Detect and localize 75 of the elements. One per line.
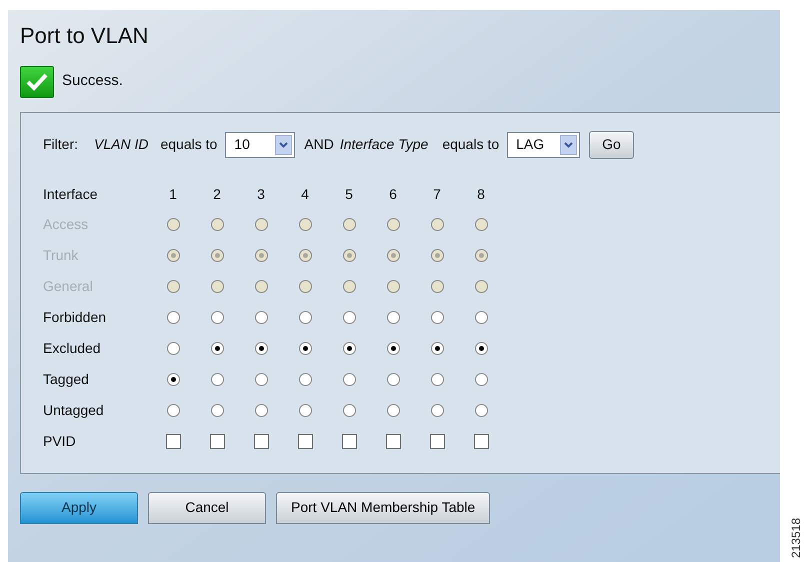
radio-button[interactable] (430, 310, 444, 324)
radio-button[interactable] (386, 342, 400, 354)
radio-button[interactable] (386, 310, 400, 324)
radio-button[interactable] (430, 342, 444, 354)
radio-button[interactable] (342, 342, 356, 354)
radio-button[interactable] (254, 404, 268, 416)
radio-button[interactable] (386, 372, 400, 386)
row-label: Tagged (43, 370, 90, 389)
radio-button[interactable] (342, 404, 356, 416)
radio-button[interactable] (430, 404, 444, 416)
row-label: Excluded (43, 338, 102, 358)
radio-button[interactable] (342, 372, 356, 386)
checkmark-icon (20, 66, 54, 98)
radio-button[interactable] (298, 372, 312, 386)
column-header: 7 (432, 185, 442, 204)
row-label: Trunk (43, 246, 80, 264)
radio-button[interactable] (210, 404, 224, 416)
radio-button[interactable] (210, 372, 224, 386)
radio-button[interactable] (166, 342, 180, 354)
radio-button[interactable] (342, 310, 356, 324)
radio-button[interactable] (166, 372, 180, 386)
row-label: PVID (43, 432, 77, 450)
checkbox[interactable] (298, 434, 312, 448)
column-header: Interface (43, 185, 98, 204)
filter-label: Filter: (43, 135, 78, 154)
row-label: Forbidden (43, 308, 108, 326)
checkbox[interactable] (254, 434, 268, 448)
operator-text: equals to (160, 135, 218, 154)
radio-button[interactable] (298, 342, 312, 354)
radio-button[interactable] (386, 404, 400, 416)
checkbox[interactable] (342, 434, 356, 448)
radio-button[interactable] (166, 404, 180, 416)
dropdown[interactable]: 10 (225, 132, 296, 158)
figure-number: 213518 (790, 518, 802, 558)
checkbox[interactable] (386, 434, 400, 448)
radio-button[interactable] (210, 342, 224, 354)
action-button[interactable]: Cancel (148, 492, 266, 524)
radio-button[interactable] (254, 372, 268, 386)
radio-button[interactable] (474, 310, 488, 324)
go-button[interactable]: Go (589, 130, 634, 158)
radio-button[interactable] (474, 372, 488, 386)
row-label: Access (43, 214, 90, 234)
field-name: VLAN ID (94, 135, 148, 154)
radio-button[interactable] (298, 404, 312, 416)
status-message: Success. (62, 71, 123, 92)
page-title: Port to VLAN (20, 22, 150, 50)
checkbox[interactable] (430, 434, 444, 448)
operator-text: equals to (442, 135, 500, 154)
radio-button[interactable] (430, 372, 444, 386)
column-header: 3 (256, 185, 266, 204)
column-header: 4 (300, 185, 310, 204)
column-header: 8 (476, 185, 486, 204)
dropdown[interactable]: LAG (507, 132, 580, 158)
radio-button[interactable] (254, 310, 268, 324)
action-button[interactable]: Apply (20, 492, 138, 524)
radio-button[interactable] (474, 342, 488, 354)
checkbox[interactable] (474, 434, 488, 448)
column-header: 5 (344, 185, 354, 204)
row-label: General (43, 276, 94, 296)
checkbox[interactable] (210, 434, 224, 448)
field-name: Interface Type (340, 135, 428, 154)
action-button[interactable]: Port VLAN Membership Table (276, 492, 490, 524)
chevron-down-icon (560, 134, 578, 154)
radio-button[interactable] (210, 310, 224, 324)
conjunction-text: AND (304, 135, 334, 154)
radio-button[interactable] (166, 310, 180, 324)
row-label: Untagged (43, 400, 105, 420)
chevron-down-icon (275, 134, 292, 154)
radio-button[interactable] (298, 310, 312, 324)
column-header: 6 (388, 185, 398, 204)
column-header: 1 (168, 185, 178, 204)
radio-button[interactable] (254, 342, 268, 354)
column-header: 2 (212, 185, 222, 204)
checkbox[interactable] (166, 434, 180, 448)
radio-button[interactable] (474, 404, 488, 416)
